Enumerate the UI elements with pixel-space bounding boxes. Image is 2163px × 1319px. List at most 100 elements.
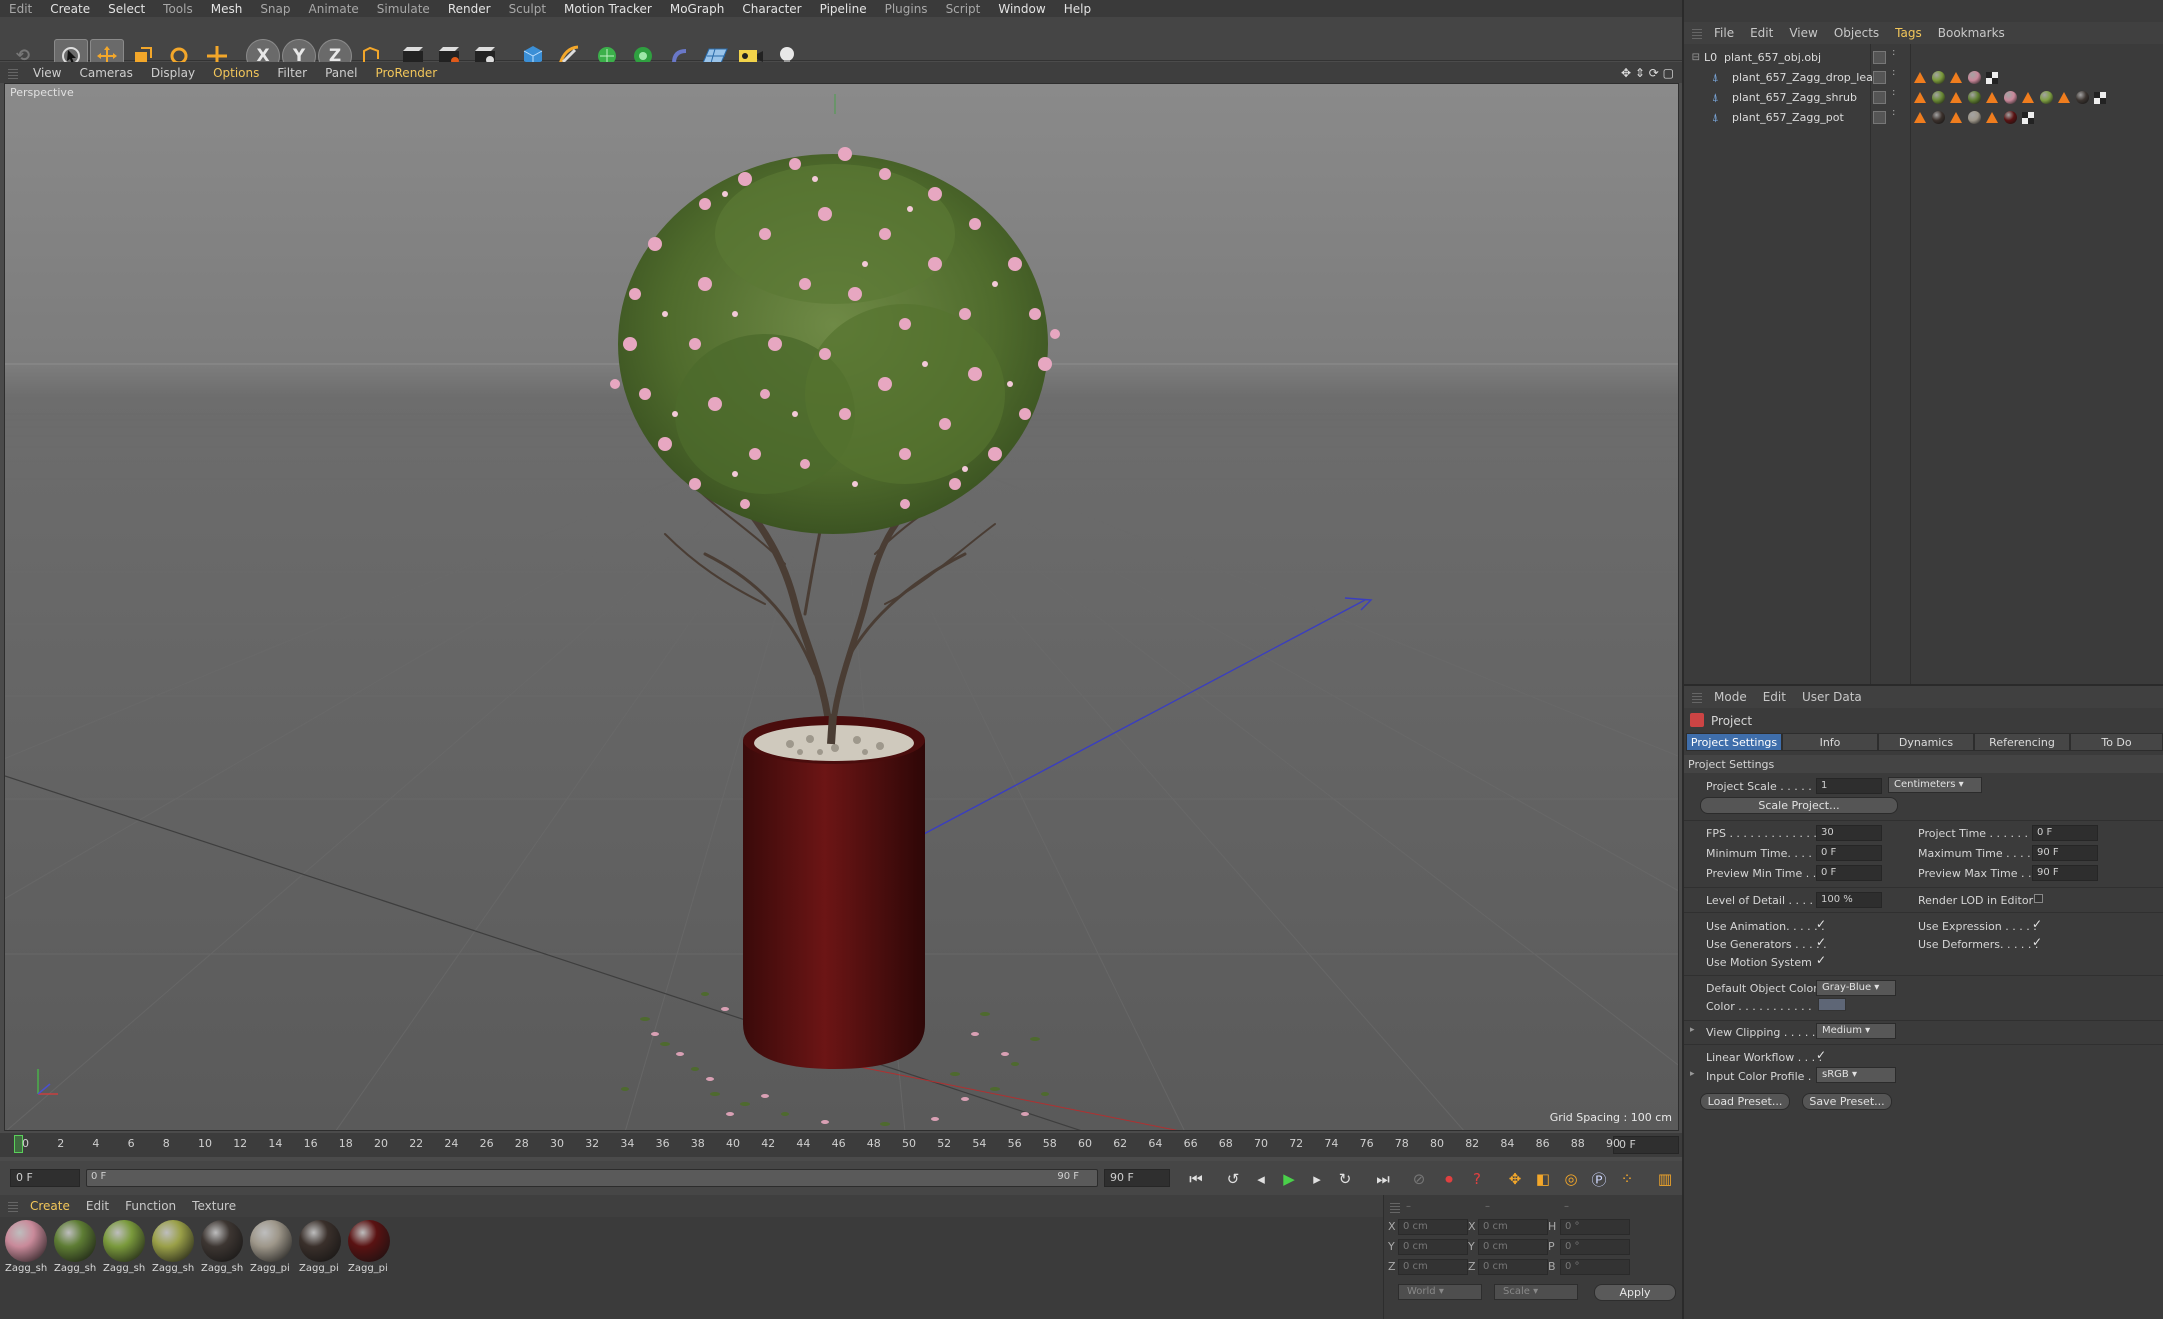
- viewport-menu-panel[interactable]: Panel: [316, 66, 366, 80]
- coord-value-field[interactable]: 0 °: [1560, 1239, 1630, 1255]
- render-lod-checkbox[interactable]: [2034, 894, 2043, 903]
- perspective-viewport[interactable]: Perspective Grid Spacing : 100 cm: [4, 83, 1679, 1131]
- coord-value-field[interactable]: 0 °: [1560, 1259, 1630, 1275]
- menu-snap[interactable]: Snap: [251, 2, 299, 16]
- panel-grip[interactable]: [1390, 1201, 1400, 1213]
- objects-menu-edit[interactable]: Edit: [1742, 26, 1781, 40]
- level-of-detail-field[interactable]: 100 %: [1816, 892, 1882, 908]
- layer-visibility-icon[interactable]: [1873, 111, 1886, 124]
- material-tag-icon[interactable]: [2040, 91, 2053, 104]
- object-row[interactable]: ⍋ plant_657_Zagg_pot:: [1684, 108, 2163, 127]
- fps-field[interactable]: 30: [1816, 825, 1882, 841]
- object-row[interactable]: ⍋ plant_657_Zagg_shrub:: [1684, 88, 2163, 107]
- objects-menu-bookmarks[interactable]: Bookmarks: [1930, 26, 2013, 40]
- use-expression-checkbox[interactable]: ✓: [2032, 917, 2042, 931]
- menu-render[interactable]: Render: [439, 2, 500, 16]
- menu-tools[interactable]: Tools: [154, 2, 202, 16]
- material-swatch[interactable]: Zagg_pi: [250, 1220, 294, 1278]
- preview-max-time-field[interactable]: 90 F: [2032, 865, 2098, 881]
- project-time-field[interactable]: 0 F: [2032, 825, 2098, 841]
- uvw-tag-icon[interactable]: [2094, 91, 2106, 104]
- material-swatch[interactable]: Zagg_sh: [152, 1220, 196, 1278]
- object-name[interactable]: plant_657_obj.obj: [1724, 51, 1884, 64]
- menu-window[interactable]: Window: [989, 2, 1054, 16]
- menu-mograph[interactable]: MoGraph: [661, 2, 734, 16]
- start-frame-field[interactable]: 0 F: [10, 1169, 80, 1187]
- project-scale-field[interactable]: 1: [1816, 778, 1882, 794]
- coord-value-field[interactable]: 0 cm: [1398, 1259, 1468, 1275]
- next-frame-icon[interactable]: ▸: [1304, 1167, 1330, 1191]
- phong-tag-icon[interactable]: [1950, 92, 1962, 103]
- menu-simulate[interactable]: Simulate: [368, 2, 439, 16]
- editor-render-dots-icon[interactable]: :: [1892, 108, 1895, 118]
- editor-render-dots-icon[interactable]: :: [1892, 48, 1895, 58]
- keyframe-selection-icon[interactable]: ?: [1464, 1167, 1490, 1191]
- apply-button[interactable]: Apply: [1594, 1284, 1676, 1301]
- material-menu-texture[interactable]: Texture: [184, 1199, 244, 1213]
- panel-grip[interactable]: [8, 1200, 18, 1212]
- autokeying-icon[interactable]: ⏺: [1436, 1167, 1462, 1191]
- timeline-ruler[interactable]: 0 F 0 2 4 6 8 10 12 14 16 18 20 22 24 26 28 30 32 34 36 38 4…: [0, 1133, 1682, 1157]
- material-swatch[interactable]: Zagg_sh: [103, 1220, 147, 1278]
- attributes-menu-edit[interactable]: Edit: [1755, 690, 1794, 704]
- viewport-menu-prorender[interactable]: ProRender: [366, 66, 446, 80]
- tab-project-settings[interactable]: Project Settings: [1686, 733, 1782, 751]
- viewport-menu-view[interactable]: View: [24, 66, 70, 80]
- project-scale-unit-dropdown[interactable]: Centimeters ▾: [1888, 777, 1982, 793]
- layer-visibility-icon[interactable]: [1873, 51, 1886, 64]
- menu-edit[interactable]: Edit: [0, 2, 41, 16]
- editor-render-dots-icon[interactable]: :: [1892, 88, 1895, 98]
- key-scale-icon[interactable]: ◧: [1530, 1167, 1556, 1191]
- expand-arrow-icon[interactable]: ▸: [1690, 1069, 1695, 1079]
- view-clipping-dropdown[interactable]: Medium ▾: [1816, 1023, 1896, 1039]
- preview-range-slider[interactable]: 0 F 90 F: [86, 1169, 1098, 1187]
- previous-frame-icon[interactable]: ◂: [1248, 1167, 1274, 1191]
- uvw-tag-icon[interactable]: [1986, 71, 1998, 84]
- material-tag-icon[interactable]: [1932, 111, 1945, 124]
- phong-tag-icon[interactable]: [1986, 112, 1998, 123]
- go-to-start-icon[interactable]: ⏮: [1183, 1167, 1209, 1191]
- next-key-icon[interactable]: ↻: [1332, 1167, 1358, 1191]
- use-animation-checkbox[interactable]: ✓: [1816, 917, 1826, 931]
- material-tag-icon[interactable]: [1968, 111, 1981, 124]
- coord-value-field[interactable]: 0 cm: [1398, 1239, 1468, 1255]
- panel-grip[interactable]: [1692, 691, 1702, 703]
- minimum-time-field[interactable]: 0 F: [1816, 845, 1882, 861]
- object-row[interactable]: ⍋ plant_657_Zagg_drop_leaf:: [1684, 68, 2163, 87]
- expand-arrow-icon[interactable]: ▸: [1690, 1025, 1695, 1035]
- coord-value-field[interactable]: 0 °: [1560, 1219, 1630, 1235]
- color-swatch[interactable]: [1818, 998, 1846, 1011]
- object-row[interactable]: ⊟ L0 plant_657_obj.obj:: [1684, 48, 2163, 67]
- phong-tag-icon[interactable]: [2058, 92, 2070, 103]
- timeline-window-icon[interactable]: ▥: [1652, 1167, 1678, 1191]
- menu-help[interactable]: Help: [1055, 2, 1100, 16]
- material-tag-icon[interactable]: [2076, 91, 2089, 104]
- objects-menu-objects[interactable]: Objects: [1826, 26, 1887, 40]
- coord-value-field[interactable]: 0 cm: [1478, 1259, 1548, 1275]
- phong-tag-icon[interactable]: [1914, 112, 1926, 123]
- viewport-menu-filter[interactable]: Filter: [268, 66, 316, 80]
- menu-plugins[interactable]: Plugins: [876, 2, 937, 16]
- maximum-time-field[interactable]: 90 F: [2032, 845, 2098, 861]
- tab-info[interactable]: Info: [1782, 733, 1878, 751]
- preview-min-time-field[interactable]: 0 F: [1816, 865, 1882, 881]
- use-generators-checkbox[interactable]: ✓: [1816, 935, 1826, 949]
- material-tag-icon[interactable]: [1932, 71, 1945, 84]
- menu-create[interactable]: Create: [41, 2, 99, 16]
- material-swatch[interactable]: Zagg_pi: [348, 1220, 392, 1278]
- viewport-menu-options[interactable]: Options: [204, 66, 268, 80]
- key-pla-icon[interactable]: ⁘: [1614, 1167, 1640, 1191]
- panel-grip[interactable]: [8, 66, 18, 79]
- material-menu-edit[interactable]: Edit: [78, 1199, 117, 1213]
- key-parameter-icon[interactable]: Ⓟ: [1586, 1167, 1612, 1191]
- menu-pipeline[interactable]: Pipeline: [811, 2, 876, 16]
- uvw-tag-icon[interactable]: [2022, 111, 2034, 124]
- phong-tag-icon[interactable]: [1950, 72, 1962, 83]
- object-name[interactable]: plant_657_Zagg_drop_leaf: [1732, 71, 1892, 84]
- tab-to-do[interactable]: To Do: [2070, 733, 2163, 751]
- tab-dynamics[interactable]: Dynamics: [1878, 733, 1974, 751]
- material-swatch[interactable]: Zagg_pi: [299, 1220, 343, 1278]
- use-deformers-checkbox[interactable]: ✓: [2032, 935, 2042, 949]
- layer-visibility-icon[interactable]: [1873, 71, 1886, 84]
- material-tag-icon[interactable]: [1932, 91, 1945, 104]
